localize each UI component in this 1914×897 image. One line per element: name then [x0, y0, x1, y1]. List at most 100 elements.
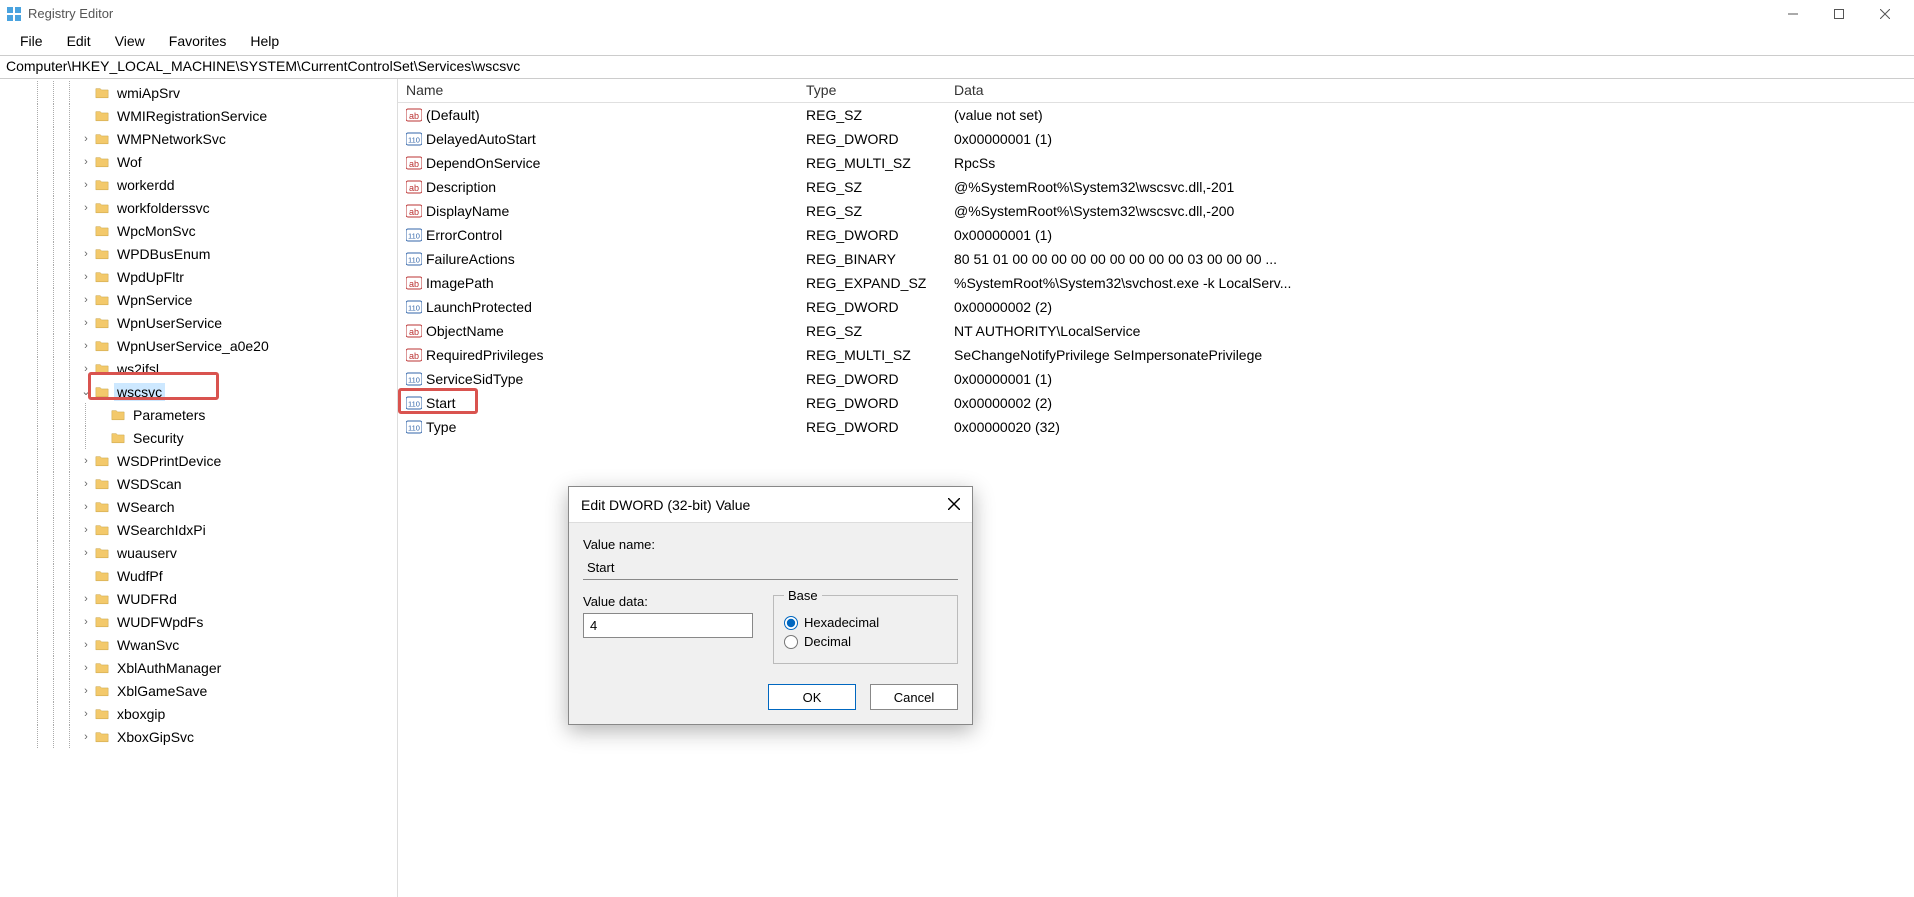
- menu-help[interactable]: Help: [238, 29, 291, 53]
- menu-view[interactable]: View: [103, 29, 157, 53]
- chevron-icon[interactable]: ›: [78, 455, 94, 467]
- chevron-icon[interactable]: ⌄: [78, 385, 94, 398]
- menu-favorites[interactable]: Favorites: [157, 29, 239, 53]
- tree-item-workerdd[interactable]: ›workerdd: [0, 173, 397, 196]
- chevron-icon[interactable]: ›: [78, 271, 94, 283]
- chevron-icon[interactable]: ›: [78, 248, 94, 260]
- tree-pane[interactable]: ›wmiApSrv›WMIRegistrationService›WMPNetw…: [0, 79, 398, 897]
- address-bar[interactable]: Computer\HKEY_LOCAL_MACHINE\SYSTEM\Curre…: [0, 55, 1914, 79]
- list-row[interactable]: TypeREG_DWORD0x00000020 (32): [398, 415, 1914, 439]
- tree-item-wof[interactable]: ›Wof: [0, 150, 397, 173]
- chevron-icon[interactable]: ›: [78, 501, 94, 513]
- col-data[interactable]: Data: [946, 79, 1914, 102]
- radio-dec[interactable]: Decimal: [784, 634, 947, 649]
- list-row[interactable]: FailureActionsREG_BINARY80 51 01 00 00 0…: [398, 247, 1914, 271]
- tree-item-wudfpf[interactable]: ›WudfPf: [0, 564, 397, 587]
- minimize-button[interactable]: [1770, 0, 1816, 27]
- chevron-icon[interactable]: ›: [78, 662, 94, 674]
- chevron-icon[interactable]: ›: [78, 616, 94, 628]
- tree-item-wmiapsrv[interactable]: ›wmiApSrv: [0, 81, 397, 104]
- list-row[interactable]: RequiredPrivilegesREG_MULTI_SZSeChangeNo…: [398, 343, 1914, 367]
- tree-item-label: WSearch: [114, 498, 178, 516]
- chevron-icon[interactable]: ›: [78, 593, 94, 605]
- cancel-button[interactable]: Cancel: [870, 684, 958, 710]
- folder-icon: [94, 362, 110, 376]
- dialog-title-text: Edit DWORD (32-bit) Value: [581, 497, 928, 513]
- tree-item-wsdscan[interactable]: ›WSDScan: [0, 472, 397, 495]
- tree-item-wmiregistrationservice[interactable]: ›WMIRegistrationService: [0, 104, 397, 127]
- col-name[interactable]: Name: [398, 79, 798, 102]
- menu-edit[interactable]: Edit: [55, 29, 103, 53]
- dialog-close-button[interactable]: [928, 497, 960, 513]
- radio-hex[interactable]: Hexadecimal: [784, 615, 947, 630]
- tree-item-wpcmonsvc[interactable]: ›WpcMonSvc: [0, 219, 397, 242]
- chevron-icon[interactable]: ›: [78, 294, 94, 306]
- tree-item-parameters[interactable]: ›Parameters: [0, 403, 397, 426]
- chevron-icon[interactable]: ›: [78, 547, 94, 559]
- tree-item-xblgamesave[interactable]: ›XblGameSave: [0, 679, 397, 702]
- binary-value-icon: [406, 251, 422, 267]
- tree-item-wpnservice[interactable]: ›WpnService: [0, 288, 397, 311]
- list-row[interactable]: LaunchProtectedREG_DWORD0x00000002 (2): [398, 295, 1914, 319]
- value-type: REG_EXPAND_SZ: [798, 274, 946, 292]
- tree-item-wmpnetworksvc[interactable]: ›WMPNetworkSvc: [0, 127, 397, 150]
- menu-file[interactable]: File: [8, 29, 55, 53]
- list-row[interactable]: ServiceSidTypeREG_DWORD0x00000001 (1): [398, 367, 1914, 391]
- value-name: ErrorControl: [426, 227, 502, 243]
- tree-item-wscsvc[interactable]: ⌄wscsvc: [0, 380, 397, 403]
- tree-item-wwansvc[interactable]: ›WwanSvc: [0, 633, 397, 656]
- list-row[interactable]: DependOnServiceREG_MULTI_SZRpcSs: [398, 151, 1914, 175]
- chevron-icon[interactable]: ›: [78, 133, 94, 145]
- chevron-icon[interactable]: ›: [78, 708, 94, 720]
- chevron-icon[interactable]: ›: [78, 156, 94, 168]
- tree-item-xboxgip[interactable]: ›xboxgip: [0, 702, 397, 725]
- tree-item-wuauserv[interactable]: ›wuauserv: [0, 541, 397, 564]
- tree-item-wudfrd[interactable]: ›WUDFRd: [0, 587, 397, 610]
- radio-hex-input[interactable]: [784, 616, 798, 630]
- tree-item-ws2ifsl[interactable]: ›ws2ifsl: [0, 357, 397, 380]
- maximize-button[interactable]: [1816, 0, 1862, 27]
- list-row[interactable]: DelayedAutoStartREG_DWORD0x00000001 (1): [398, 127, 1914, 151]
- tree-item-wsearch[interactable]: › WSearch: [0, 495, 397, 518]
- tree-item-wpdbusenum[interactable]: ›WPDBusEnum: [0, 242, 397, 265]
- tree-item-xboxgipsvc[interactable]: ›XboxGipSvc: [0, 725, 397, 748]
- chevron-icon[interactable]: ›: [78, 317, 94, 329]
- tree-item-wsearchidxpi[interactable]: ›WSearchIdxPi: [0, 518, 397, 541]
- tree-item-workfolderssvc[interactable]: ›workfolderssvc: [0, 196, 397, 219]
- folder-icon: [94, 247, 110, 261]
- chevron-icon[interactable]: ›: [78, 639, 94, 651]
- binary-value-icon: [406, 227, 422, 243]
- chevron-icon[interactable]: ›: [78, 340, 94, 352]
- tree-item-xblauthmanager[interactable]: ›XblAuthManager: [0, 656, 397, 679]
- value-data-field[interactable]: [583, 613, 753, 638]
- chevron-icon[interactable]: ›: [78, 478, 94, 490]
- list-row[interactable]: DisplayNameREG_SZ@%SystemRoot%\System32\…: [398, 199, 1914, 223]
- tree-item-security[interactable]: ›Security: [0, 426, 397, 449]
- col-type[interactable]: Type: [798, 79, 946, 102]
- chevron-icon[interactable]: ›: [78, 202, 94, 214]
- chevron-icon[interactable]: ›: [78, 179, 94, 191]
- tree-item-wudfwpdfs[interactable]: ›WUDFWpdFs: [0, 610, 397, 633]
- list-row[interactable]: ImagePathREG_EXPAND_SZ%SystemRoot%\Syste…: [398, 271, 1914, 295]
- folder-icon: [94, 523, 110, 537]
- ok-button[interactable]: OK: [768, 684, 856, 710]
- list-row[interactable]: ErrorControlREG_DWORD0x00000001 (1): [398, 223, 1914, 247]
- radio-dec-input[interactable]: [784, 635, 798, 649]
- chevron-icon[interactable]: ›: [78, 524, 94, 536]
- binary-value-icon: [406, 371, 422, 387]
- tree-item-wpnuserservice[interactable]: ›WpnUserService: [0, 311, 397, 334]
- chevron-icon[interactable]: ›: [78, 363, 94, 375]
- chevron-icon[interactable]: ›: [78, 685, 94, 697]
- tree-item-wsdprintdevice[interactable]: ›WSDPrintDevice: [0, 449, 397, 472]
- list-row[interactable]: (Default)REG_SZ(value not set): [398, 103, 1914, 127]
- list-row[interactable]: ObjectNameREG_SZNT AUTHORITY\LocalServic…: [398, 319, 1914, 343]
- value-data: 0x00000001 (1): [946, 370, 1914, 388]
- tree-item-wpdupfltr[interactable]: ›WpdUpFltr: [0, 265, 397, 288]
- list-row[interactable]: DescriptionREG_SZ@%SystemRoot%\System32\…: [398, 175, 1914, 199]
- value-data: (value not set): [946, 106, 1914, 124]
- tree-item-wpnuserservice_a0e20[interactable]: ›WpnUserService_a0e20: [0, 334, 397, 357]
- folder-icon: [94, 730, 110, 744]
- list-row[interactable]: StartREG_DWORD0x00000002 (2): [398, 391, 1914, 415]
- close-button[interactable]: [1862, 0, 1908, 27]
- chevron-icon[interactable]: ›: [78, 731, 94, 743]
